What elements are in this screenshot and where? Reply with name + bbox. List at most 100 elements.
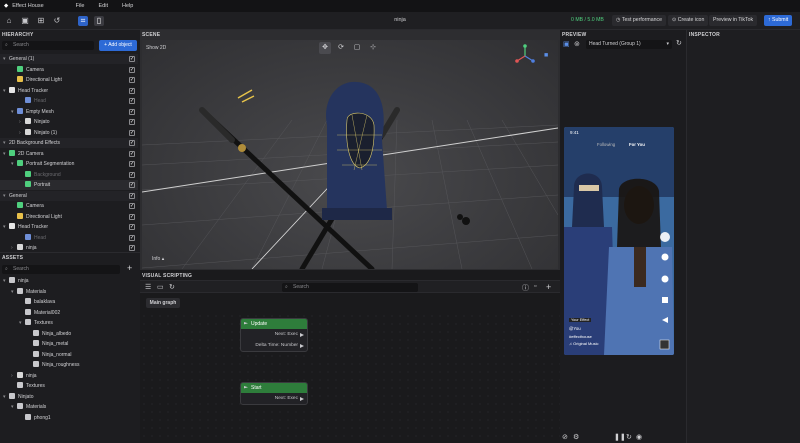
menu-file[interactable]: File bbox=[76, 3, 85, 9]
rotate-icon[interactable]: ⟳ bbox=[335, 42, 347, 54]
visibility-checkbox[interactable]: ✓ bbox=[129, 140, 135, 146]
hierarchy-row[interactable]: Head ✓ bbox=[0, 96, 138, 106]
phone-tab-for-you[interactable]: For You bbox=[629, 142, 645, 147]
fullscreen-icon[interactable]: ◉ bbox=[636, 433, 642, 441]
settings-icon[interactable]: ⚙ bbox=[573, 433, 579, 441]
update-node[interactable]: Update Next: Exec Delta Time: Number bbox=[240, 318, 308, 352]
assets-row[interactable]: ▾ ninja bbox=[0, 276, 138, 286]
visibility-checkbox[interactable]: ✓ bbox=[129, 203, 135, 209]
home-icon[interactable]: ⌂ bbox=[4, 16, 14, 26]
update-next-output[interactable]: Next: Exec bbox=[241, 329, 307, 340]
assets-row[interactable]: phong1 bbox=[0, 413, 138, 423]
node-graph-icon[interactable]: ⌗ bbox=[78, 16, 88, 26]
hierarchy-row[interactable]: ▾ 2D Background Effects ✓ bbox=[0, 138, 138, 148]
assets-row[interactable]: Ninja_metal bbox=[0, 339, 138, 349]
visibility-checkbox[interactable]: ✓ bbox=[129, 213, 135, 220]
assets-row[interactable]: Ninja_albedo bbox=[0, 329, 138, 339]
hierarchy-row[interactable]: Camera ✓ bbox=[0, 65, 138, 75]
history-icon[interactable]: ↺ bbox=[52, 16, 62, 26]
preview-tiktok-button[interactable]: Preview in TikTok bbox=[709, 15, 758, 26]
hierarchy-row[interactable]: Directional Light ✓ bbox=[0, 75, 138, 85]
hierarchy-row[interactable]: ▾ Empty Mesh ✓ bbox=[0, 107, 138, 117]
hierarchy-search-input[interactable]: Search bbox=[2, 41, 94, 50]
hierarchy-row[interactable]: › Ninjato ✓ bbox=[0, 117, 138, 127]
view-mode-dropdown[interactable]: Info ▴ bbox=[152, 256, 164, 262]
camera-view-icon[interactable]: ■ bbox=[544, 52, 548, 59]
scene-viewport[interactable] bbox=[142, 40, 558, 269]
hierarchy-row[interactable]: ▾ 2D Camera ✓ bbox=[0, 149, 138, 159]
hierarchy-row[interactable]: ▾ Head Tracker ✓ bbox=[0, 222, 138, 232]
hierarchy-row[interactable]: Portrait ✓ bbox=[0, 180, 138, 190]
vs-search-input[interactable]: Search bbox=[282, 283, 418, 292]
assets-row[interactable]: Material002 bbox=[0, 308, 138, 318]
move-icon[interactable]: ✥ bbox=[319, 42, 331, 54]
window-icon[interactable]: ▫ bbox=[534, 283, 536, 290]
assets-row[interactable]: Textures bbox=[0, 381, 138, 391]
hierarchy-row[interactable]: ▾ General ✓ bbox=[0, 190, 138, 201]
visibility-checkbox[interactable]: ✓ bbox=[129, 192, 135, 199]
hierarchy-row[interactable]: Camera ✓ bbox=[0, 201, 138, 211]
assets-row[interactable]: ▾ Textures bbox=[0, 318, 138, 328]
start-next-output[interactable]: Next: Exec bbox=[241, 393, 307, 404]
visibility-checkbox[interactable]: ✓ bbox=[129, 171, 135, 178]
hierarchy-row[interactable]: ▾ Head Tracker ✓ bbox=[0, 86, 138, 96]
restart-icon[interactable]: ↻ bbox=[626, 433, 632, 441]
visibility-checkbox[interactable]: ✓ bbox=[129, 224, 135, 230]
assets-row[interactable]: ▾ Ninjato bbox=[0, 392, 138, 402]
screenshot-icon[interactable]: ⊘ bbox=[562, 433, 568, 441]
submit-button[interactable]: ↑ Submit bbox=[764, 15, 793, 26]
assets-row[interactable]: Ninja_normal bbox=[0, 350, 138, 360]
test-performance-button[interactable]: ◷ Test performance bbox=[612, 15, 666, 26]
add-asset-button[interactable]: + bbox=[127, 263, 132, 273]
visibility-checkbox[interactable]: ✓ bbox=[129, 98, 135, 104]
visibility-checkbox[interactable]: ✓ bbox=[129, 77, 135, 83]
assets-row[interactable]: ▾ Materials bbox=[0, 287, 138, 297]
layout-icon[interactable]: ▯ bbox=[94, 16, 104, 26]
grid-icon[interactable]: ⊞ bbox=[36, 16, 46, 26]
visibility-checkbox[interactable]: ✓ bbox=[129, 129, 135, 136]
hierarchy-row[interactable]: Background ✓ bbox=[0, 170, 138, 180]
graph-canvas[interactable] bbox=[140, 312, 560, 443]
add-node-icon[interactable]: + bbox=[546, 282, 551, 292]
visibility-checkbox[interactable]: ✓ bbox=[129, 87, 135, 94]
create-icon-button[interactable]: ⊙ Create icon bbox=[668, 15, 709, 26]
visibility-checkbox[interactable]: ✓ bbox=[129, 234, 135, 241]
record-icon[interactable]: ⊚ bbox=[574, 40, 580, 48]
panel-icon[interactable]: ▭ bbox=[157, 283, 164, 291]
show-2d-toggle[interactable]: Show 2D bbox=[146, 45, 166, 51]
reload-icon[interactable]: ↻ bbox=[676, 39, 682, 47]
visibility-checkbox[interactable]: ✓ bbox=[129, 108, 135, 115]
camera-icon[interactable]: ▣ bbox=[563, 40, 570, 48]
menu-icon[interactable]: ☰ bbox=[145, 283, 151, 291]
visibility-checkbox[interactable]: ✓ bbox=[129, 150, 135, 157]
assets-search-input[interactable]: Search bbox=[2, 265, 120, 274]
hierarchy-row[interactable]: ▾ Portrait Segmentation ✓ bbox=[0, 159, 138, 169]
info-icon[interactable]: ⓘ bbox=[522, 283, 529, 293]
menu-help[interactable]: Help bbox=[122, 3, 133, 9]
visibility-checkbox[interactable]: ✓ bbox=[129, 245, 135, 251]
refresh-icon[interactable]: ↻ bbox=[169, 283, 175, 291]
visibility-checkbox[interactable]: ✓ bbox=[129, 56, 135, 62]
menu-edit[interactable]: Edit bbox=[99, 3, 108, 9]
visibility-checkbox[interactable]: ✓ bbox=[129, 66, 135, 73]
update-delta-time-output[interactable]: Delta Time: Number bbox=[241, 340, 307, 351]
preview-source-select[interactable]: Head Turned (Group 1) ▾ bbox=[586, 40, 672, 49]
assets-row[interactable]: Ninja_roughness bbox=[0, 360, 138, 370]
transform-all-icon[interactable]: ⊹ bbox=[367, 42, 379, 54]
assets-row[interactable]: balaklava bbox=[0, 297, 138, 307]
visibility-checkbox[interactable]: ✓ bbox=[129, 119, 135, 125]
assets-row[interactable]: › ninja bbox=[0, 371, 138, 381]
tab-main-graph[interactable]: Main graph bbox=[146, 298, 180, 308]
orientation-gizmo-icon[interactable] bbox=[512, 44, 538, 66]
scale-icon[interactable]: ▢ bbox=[351, 42, 363, 54]
visibility-checkbox[interactable]: ✓ bbox=[129, 161, 135, 167]
visibility-checkbox[interactable]: ✓ bbox=[129, 182, 135, 188]
hierarchy-row[interactable]: Directional Light ✓ bbox=[0, 212, 138, 222]
phone-tab-following[interactable]: Following bbox=[597, 142, 615, 147]
hierarchy-row[interactable]: ▾ General (1) ✓ bbox=[0, 54, 138, 64]
assets-row[interactable]: ▾ Materials bbox=[0, 402, 138, 412]
hierarchy-row[interactable]: Head ✓ bbox=[0, 233, 138, 243]
hierarchy-row[interactable]: › Ninjato (1) ✓ bbox=[0, 128, 138, 138]
save-icon[interactable]: ▣ bbox=[20, 16, 30, 26]
start-node[interactable]: Start Next: Exec bbox=[240, 382, 308, 405]
